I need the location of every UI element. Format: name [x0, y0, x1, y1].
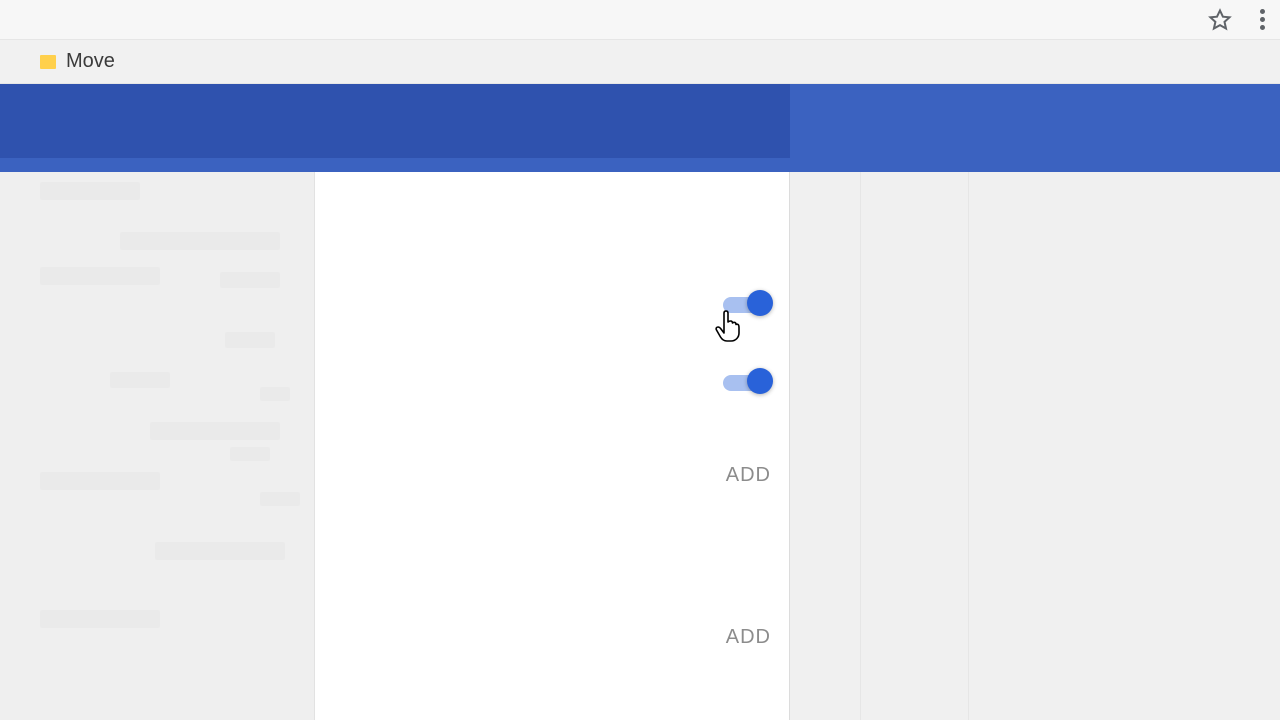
app-header-overlay — [0, 84, 790, 158]
add-button-1[interactable]: ADD — [726, 464, 771, 487]
content-area: ADD ADD — [0, 172, 1280, 720]
browser-menu-icon[interactable] — [1252, 6, 1272, 34]
app-header — [0, 84, 1280, 172]
toggle-thumb — [747, 368, 773, 394]
bookmark-item-move[interactable]: Move — [40, 50, 115, 73]
right-panel — [790, 172, 1280, 720]
sidebar — [0, 172, 315, 720]
bookmarks-bar: Move — [0, 40, 1280, 84]
bookmark-label: Move — [66, 50, 115, 73]
browser-toolbar — [0, 0, 1280, 40]
toggle-thumb — [747, 290, 773, 316]
toggle-1[interactable] — [723, 294, 773, 314]
main-panel: ADD ADD — [315, 172, 790, 720]
folder-icon — [40, 55, 56, 69]
add-button-2[interactable]: ADD — [726, 626, 771, 649]
bookmark-star-icon[interactable] — [1206, 6, 1234, 34]
toggle-2[interactable] — [723, 372, 773, 392]
